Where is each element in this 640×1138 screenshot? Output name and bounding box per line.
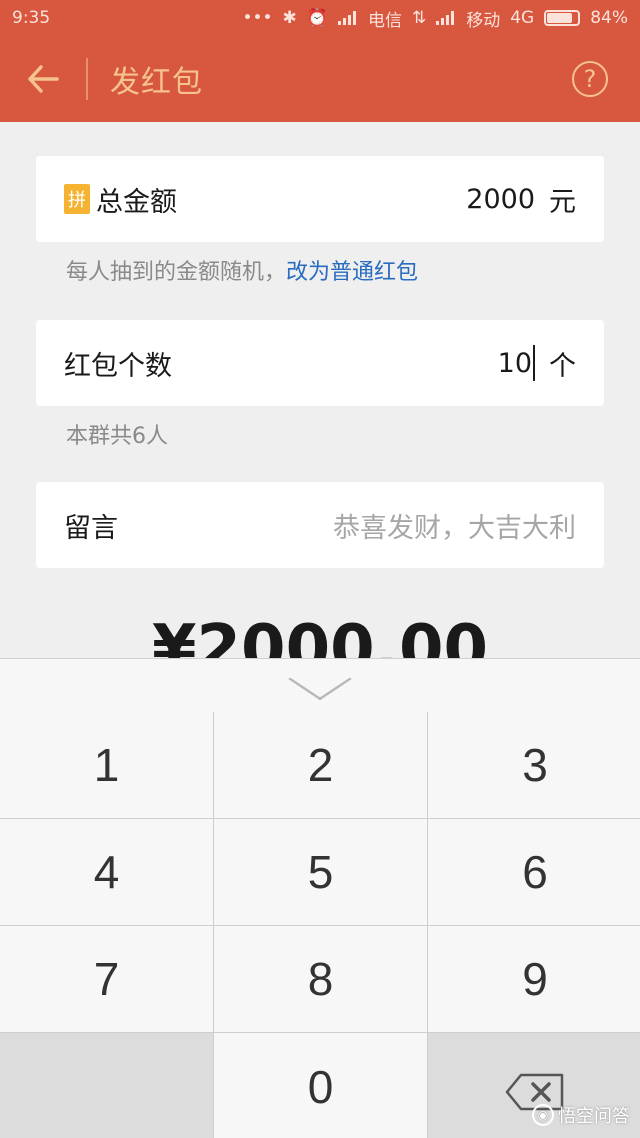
chevron-down-icon — [288, 657, 352, 700]
count-value: 10 — [497, 347, 532, 379]
amount-hint: 每人抽到的金额随机，改为普通红包 — [66, 254, 418, 286]
total-amount-input[interactable]: 2000 元 — [466, 180, 576, 219]
status-right: ••• ✱ ⏰ 电信 ⇅ 移动 4G 84% — [242, 6, 628, 31]
key-9[interactable]: 9 — [428, 926, 640, 1032]
key-blank — [0, 1033, 213, 1138]
key-6[interactable]: 6 — [428, 819, 640, 925]
notification-dots: ••• — [242, 8, 273, 28]
count-input[interactable]: 10 个 — [498, 344, 576, 383]
key-3[interactable]: 3 — [428, 712, 640, 818]
total-display: ¥2000.00 — [151, 612, 489, 660]
count-card[interactable]: 红包个数 10 个 — [36, 320, 604, 406]
question-circle-icon: ? — [583, 65, 597, 93]
key-0[interactable]: 0 — [214, 1033, 427, 1138]
watermark-text: 悟空问答 — [558, 1106, 630, 1127]
page-title: 发红包 — [110, 65, 203, 100]
battery-icon — [544, 10, 581, 26]
status-time: 9:35 — [12, 8, 51, 28]
message-label: 留言 — [64, 512, 118, 544]
total-amount-card[interactable]: 拼 总金额 2000 元 — [36, 156, 604, 242]
bluetooth-icon: ✱ — [282, 8, 297, 28]
keypad-collapse-button[interactable] — [0, 657, 640, 712]
signal-icon — [337, 11, 358, 25]
total-amount-label-group: 拼 总金额 — [64, 180, 177, 219]
backspace-icon — [505, 1068, 565, 1111]
alarm-icon: ⏰ — [306, 8, 328, 28]
keypad-keys: 1 2 3 4 5 6 7 8 9 0 — [0, 712, 640, 1138]
key-5[interactable]: 5 — [214, 819, 427, 925]
switch-normal-link[interactable]: 改为普通红包 — [286, 260, 418, 285]
total-amount-value: 2000 — [466, 183, 535, 215]
header-divider — [86, 58, 88, 100]
status-bar: 9:35 ••• ✱ ⏰ 电信 ⇅ 移动 4G 84% — [0, 0, 640, 36]
data-transfer-icon: ⇅ — [411, 8, 427, 28]
count-label: 红包个数 — [64, 350, 172, 382]
amount-hint-text: 每人抽到的金额随机， — [66, 260, 287, 285]
total-amount-unit: 元 — [549, 186, 576, 218]
key-4[interactable]: 4 — [0, 819, 213, 925]
back-button[interactable] — [0, 36, 86, 122]
pin-badge: 拼 — [64, 184, 90, 214]
watermark: ◉ 悟空问答 — [532, 1102, 630, 1128]
signal-icon-2 — [436, 11, 456, 25]
key-2[interactable]: 2 — [214, 712, 427, 818]
group-member-hint: 本群共6人 — [66, 424, 168, 449]
carrier-1: 电信 — [367, 10, 402, 31]
count-unit: 个 — [549, 350, 576, 382]
numeric-keypad: 1 2 3 4 5 6 7 8 9 0 ◉ 悟空问答 — [0, 657, 640, 1138]
text-cursor — [533, 345, 535, 381]
key-7[interactable]: 7 — [0, 926, 213, 1032]
message-card[interactable]: 留言 恭喜发财，大吉大利 — [36, 482, 604, 568]
total-amount-label: 总金额 — [96, 186, 177, 218]
carrier-2: 移动 — [466, 10, 501, 31]
key-1[interactable]: 1 — [0, 712, 213, 818]
key-8[interactable]: 8 — [214, 926, 427, 1032]
help-button[interactable]: ? — [572, 61, 608, 97]
battery-percent: 84% — [590, 8, 628, 28]
arrow-left-icon — [28, 65, 59, 93]
message-input[interactable]: 恭喜发财，大吉大利 — [333, 506, 576, 545]
network-type: 4G — [510, 8, 535, 28]
wukong-logo-icon: ◉ — [532, 1104, 554, 1126]
app-header: 发红包 ? — [0, 36, 640, 122]
